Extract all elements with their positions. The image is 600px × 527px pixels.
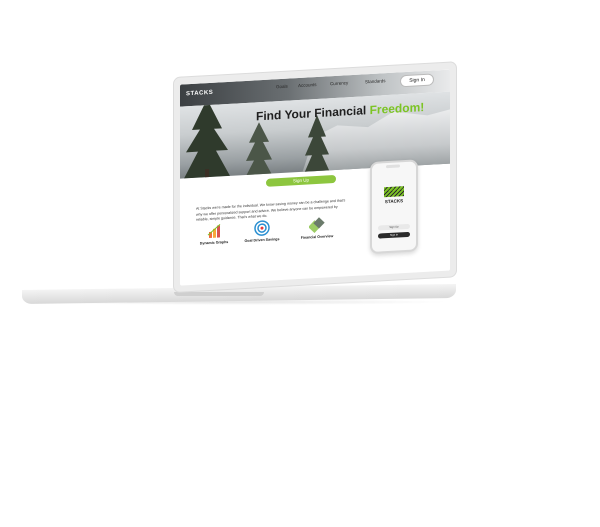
pine-tree-image: [184, 99, 230, 179]
nav-accounts[interactable]: Accounts: [298, 82, 317, 88]
nav-currency[interactable]: Currency: [330, 80, 348, 86]
feature-dynamic-graphs: Dynamic Graphs: [190, 221, 238, 246]
site-logo[interactable]: STACKS: [186, 90, 213, 98]
target-icon: [254, 220, 270, 237]
laptop-lid: STACKS Goals Accounts Currency Standards…: [174, 62, 456, 293]
signin-button[interactable]: Sign In: [400, 73, 434, 88]
phone-signin-button[interactable]: Sign In: [378, 231, 410, 239]
mockup-scene: STACKS Goals Accounts Currency Standards…: [0, 0, 600, 527]
dynamic-graphs-icon: [206, 222, 222, 239]
nav-standards[interactable]: Standards: [365, 78, 386, 84]
signup-button[interactable]: Sign Up: [266, 174, 336, 187]
overview-icon: [308, 217, 325, 234]
pine-tree-image: [245, 122, 273, 179]
stacks-logo-icon: [384, 186, 404, 198]
laptop-screen: STACKS Goals Accounts Currency Standards…: [180, 69, 450, 286]
phone-notch: [386, 164, 400, 169]
feature-label: Dynamic Graphs: [199, 239, 229, 246]
phone-mockup: STACKS Sign Up Sign In: [370, 159, 418, 255]
feature-label: Financial Overview: [300, 234, 334, 240]
phone-signup-button[interactable]: Sign Up: [378, 223, 410, 231]
laptop-notch: [174, 292, 264, 296]
phone-brand: STACKS: [384, 198, 404, 205]
feature-label: Goal Driven Savings: [244, 237, 280, 244]
nav-goals[interactable]: Goals: [276, 84, 288, 90]
feature-goal-driven-savings: Goal Driven Savings: [238, 219, 286, 244]
pine-tree-image: [304, 115, 330, 174]
feature-financial-overview: Financial Overview: [293, 216, 341, 241]
